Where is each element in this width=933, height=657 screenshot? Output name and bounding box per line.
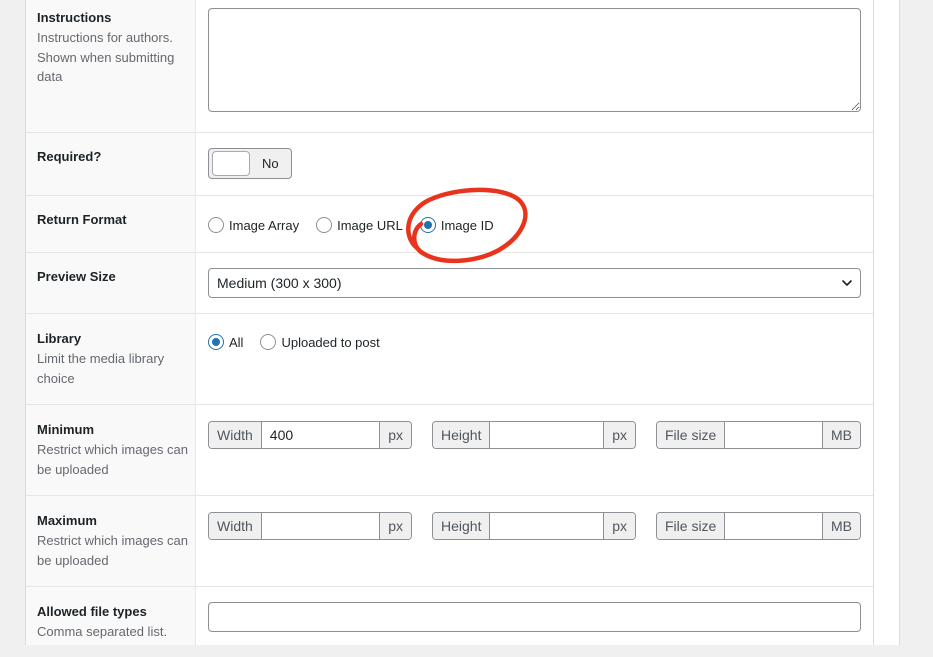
left-gutter: [0, 0, 25, 645]
field-title: Required?: [37, 149, 102, 164]
toggle-knob: [212, 151, 250, 176]
row-instructions: Instructions Instructions for authors. S…: [26, 0, 873, 133]
radio-image-url[interactable]: Image URL: [316, 217, 403, 233]
radio-button[interactable]: [208, 217, 224, 233]
radio-button[interactable]: [260, 334, 277, 350]
max-filesize-input[interactable]: [725, 513, 822, 539]
max-height-input-group: Height px: [432, 512, 636, 540]
allowed-file-types-input[interactable]: [208, 602, 861, 632]
max-width-input[interactable]: [261, 513, 380, 539]
label-library: Library Limit the media library choice: [37, 329, 189, 388]
return-format-radio-group: Image Array Image URL Image ID: [208, 217, 511, 233]
field-settings-panel: Instructions Instructions for authors. S…: [25, 0, 874, 645]
library-radio-group: All Uploaded to post: [208, 334, 397, 350]
field-description: Restrict which images can be uploaded: [37, 442, 188, 477]
prepend-label: File size: [657, 513, 726, 539]
min-height-input[interactable]: [490, 422, 604, 448]
max-filesize-input-group: File size MB: [656, 512, 861, 540]
radio-label: All: [229, 334, 244, 350]
prepend-label: File size: [657, 422, 726, 448]
instructions-textarea[interactable]: [208, 8, 861, 112]
min-height-input-group: Height px: [432, 421, 636, 449]
radio-label: Image Array: [229, 217, 300, 233]
radio-image-id[interactable]: Image ID: [419, 217, 494, 233]
max-width-input-group: Width px: [208, 512, 412, 540]
field-title: Library: [37, 331, 82, 346]
row-required: Required? No: [26, 133, 873, 196]
field-description: Instructions for authors. Shown when sub…: [37, 30, 175, 84]
prepend-label: Width: [209, 513, 262, 539]
min-filesize-input[interactable]: [725, 422, 822, 448]
row-library: Library Limit the media library choice A…: [26, 314, 873, 405]
prepend-label: Height: [433, 422, 491, 448]
outer-panel-edge: [874, 0, 900, 645]
field-title: Instructions: [37, 10, 112, 25]
radio-label: Image URL: [337, 217, 403, 233]
unit-label: MB: [822, 513, 860, 539]
radio-label: Uploaded to post: [281, 334, 380, 350]
toggle-label: No: [262, 156, 279, 171]
field-title: Preview Size: [37, 269, 116, 284]
select-value: Medium (300 x 300): [217, 275, 342, 291]
unit-label: px: [379, 513, 411, 539]
label-maximum: Maximum Restrict which images can be upl…: [37, 511, 189, 570]
prepend-label: Width: [209, 422, 262, 448]
radio-button-selected[interactable]: [208, 334, 224, 350]
field-title: Minimum: [37, 422, 95, 437]
row-preview-size: Preview Size Medium (300 x 300): [26, 253, 873, 314]
min-width-input[interactable]: 400: [261, 422, 380, 448]
max-height-input[interactable]: [490, 513, 604, 539]
prepend-label: Height: [433, 513, 491, 539]
label-minimum: Minimum Restrict which images can be upl…: [37, 420, 189, 479]
unit-label: px: [603, 422, 635, 448]
unit-label: px: [379, 422, 411, 448]
field-description: Limit the media library choice: [37, 351, 165, 386]
field-description: Restrict which images can be uploaded: [37, 533, 188, 568]
label-allowed-file-types: Allowed file types Comma separated list.: [37, 602, 189, 642]
field-title: Allowed file types: [37, 604, 147, 619]
label-return-format: Return Format: [37, 210, 189, 230]
row-return-format: Return Format Image Array Image URL Imag…: [26, 196, 873, 253]
preview-size-select[interactable]: Medium (300 x 300): [208, 268, 861, 298]
field-title: Return Format: [37, 212, 127, 227]
row-minimum: Minimum Restrict which images can be upl…: [26, 405, 873, 496]
min-width-input-group: Width 400 px: [208, 421, 412, 449]
required-toggle[interactable]: No: [208, 148, 292, 179]
radio-label: Image ID: [440, 217, 494, 233]
min-filesize-input-group: File size MB: [656, 421, 861, 449]
row-maximum: Maximum Restrict which images can be upl…: [26, 496, 873, 587]
label-required: Required?: [37, 147, 189, 167]
field-description: Comma separated list.: [37, 624, 168, 639]
unit-label: px: [603, 513, 635, 539]
radio-all[interactable]: All: [208, 334, 243, 350]
radio-image-array[interactable]: Image Array: [208, 217, 299, 233]
chevron-down-icon: [842, 280, 852, 286]
label-preview-size: Preview Size: [37, 267, 189, 287]
label-instructions: Instructions Instructions for authors. S…: [37, 8, 189, 87]
unit-label: MB: [822, 422, 860, 448]
row-allowed-file-types: Allowed file types Comma separated list.: [26, 587, 873, 657]
right-background: [901, 0, 933, 645]
radio-uploaded-to-post[interactable]: Uploaded to post: [260, 334, 380, 350]
field-title: Maximum: [37, 513, 97, 528]
radio-button[interactable]: [316, 217, 333, 233]
radio-button-selected[interactable]: [419, 217, 436, 233]
